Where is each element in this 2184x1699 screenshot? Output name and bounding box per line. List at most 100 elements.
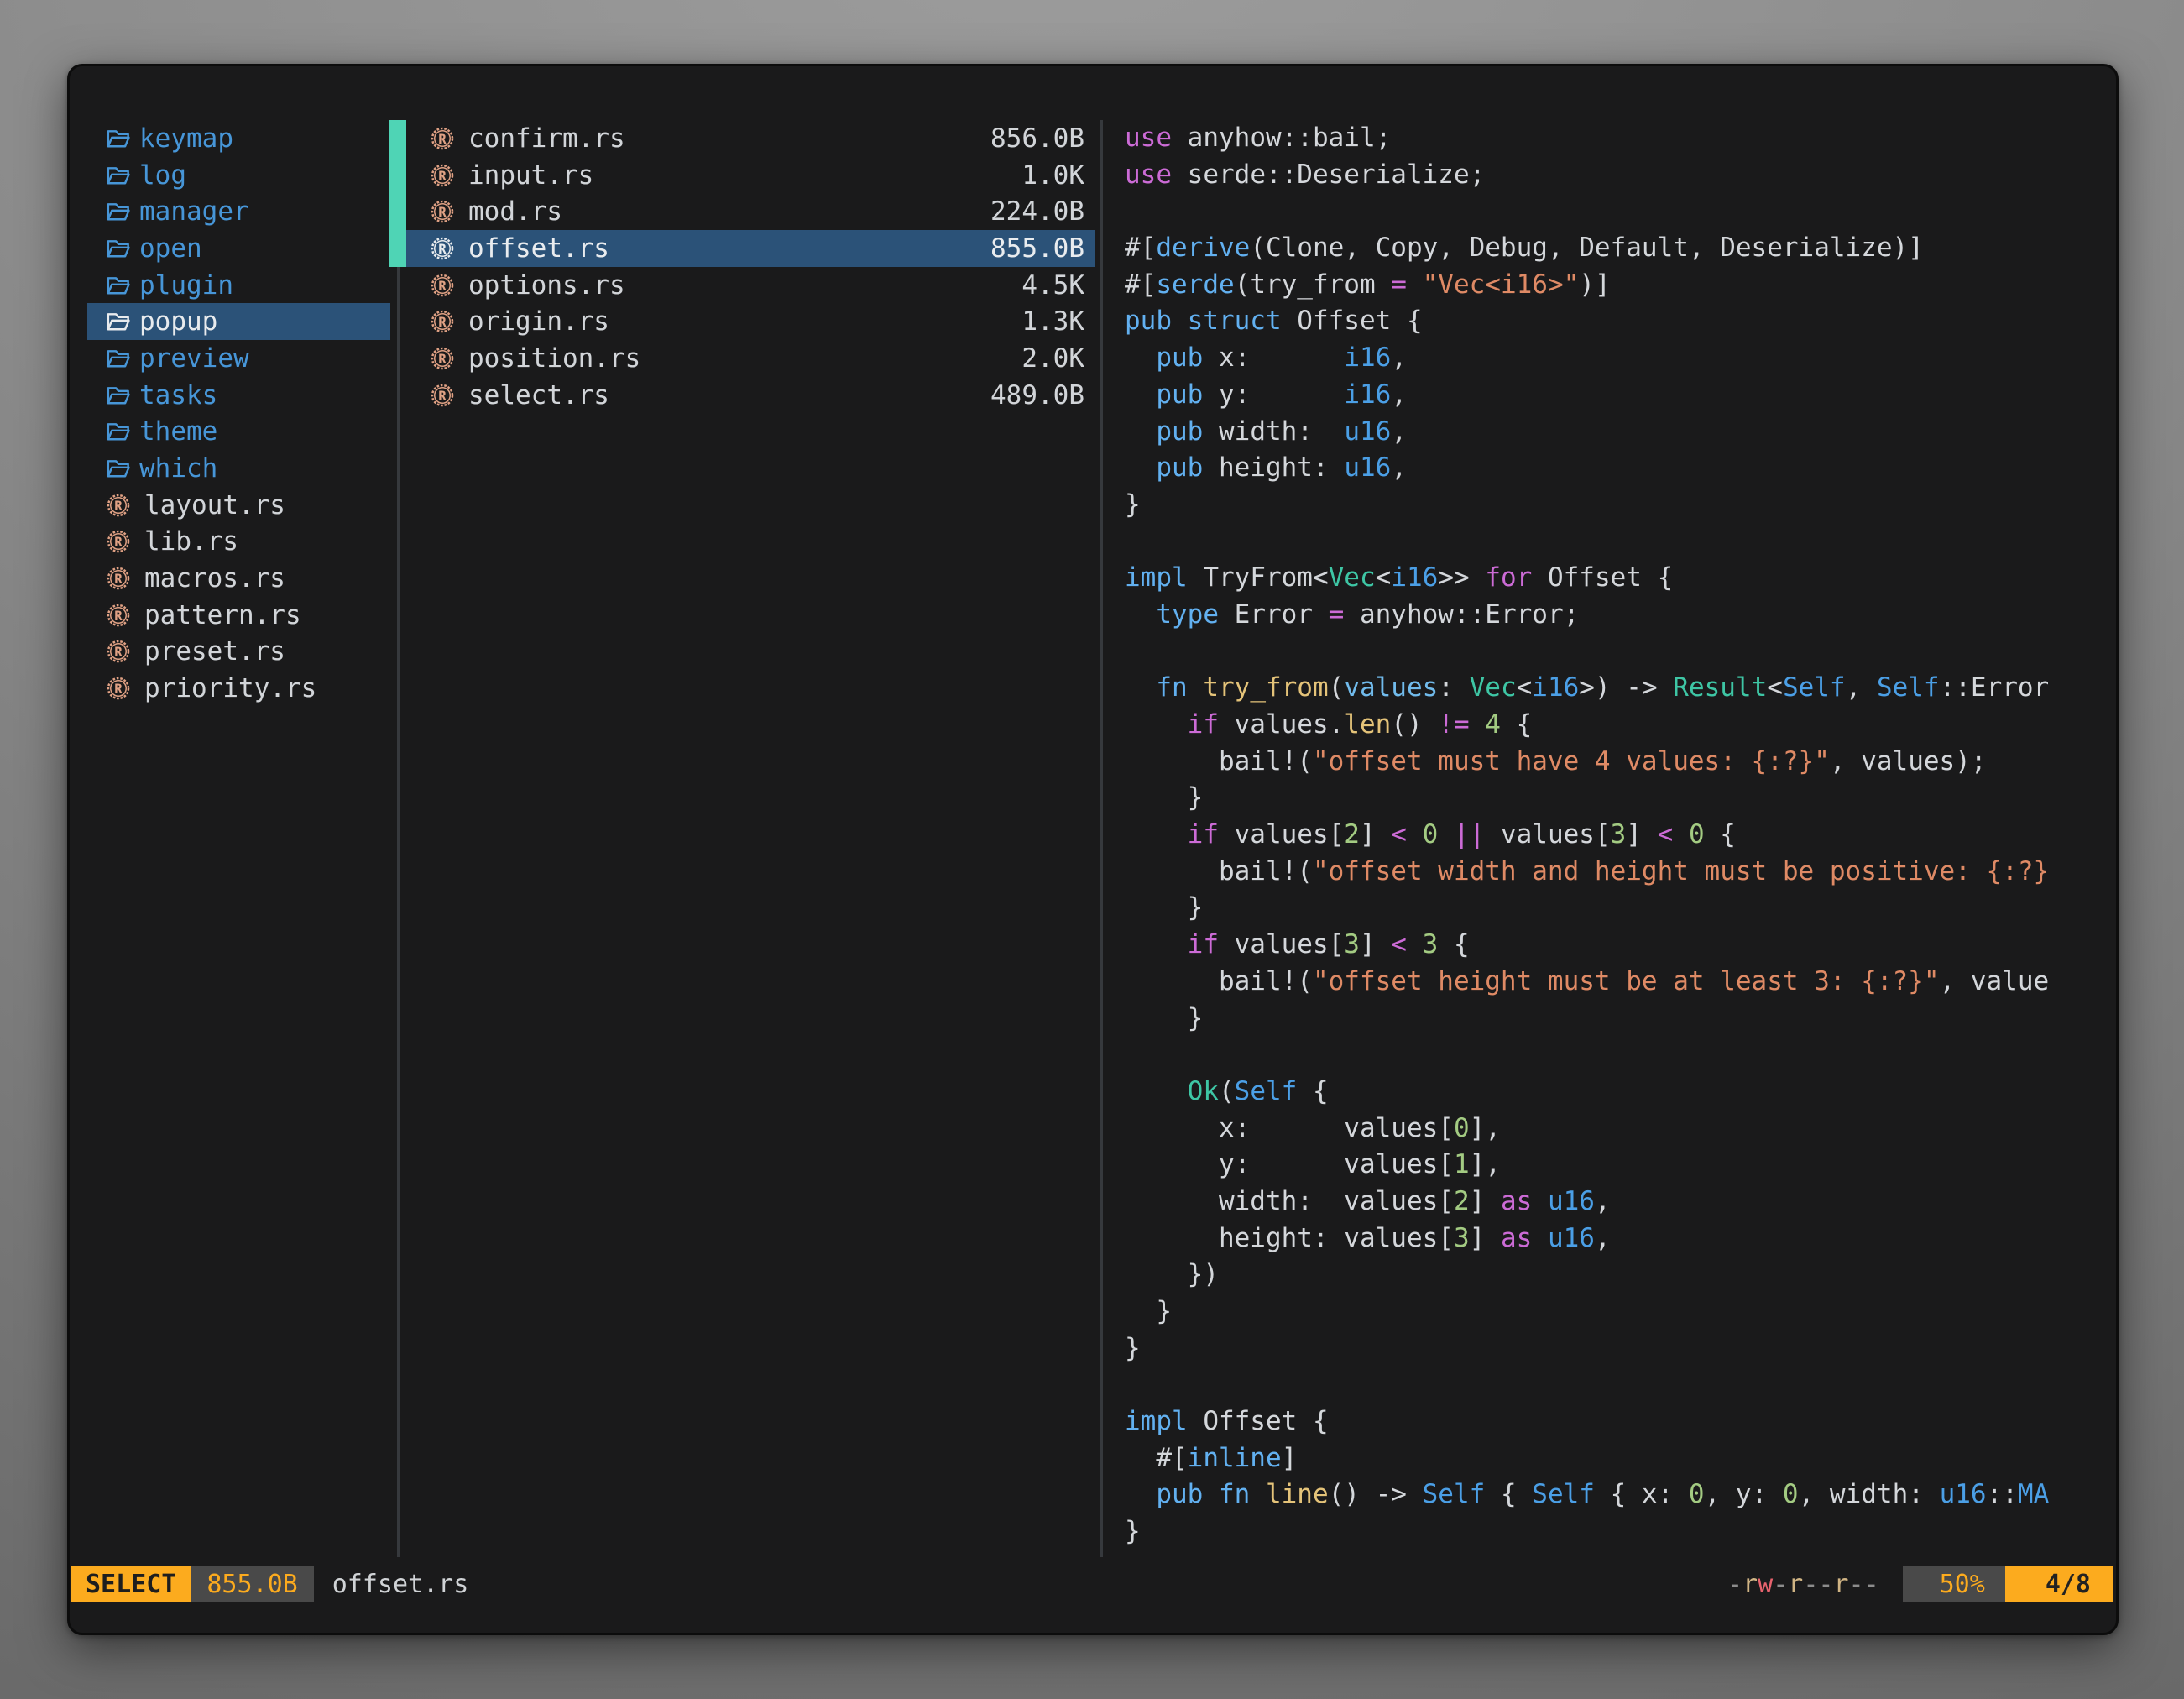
parent-item-open[interactable]: open [87, 230, 390, 267]
file-name: options.rs [468, 270, 625, 301]
current-directory-pane[interactable]: R confirm.rs856.0B R input.rs 1.0K R mod.… [406, 120, 1095, 414]
code-line: bail!("offset height must be at least 3:… [1125, 964, 2108, 1001]
code-line: impl Offset { [1125, 1404, 2108, 1440]
item-label: lib.rs [144, 526, 238, 557]
parent-item-theme[interactable]: theme [87, 414, 390, 451]
code-line [1125, 1367, 2108, 1404]
item-label: tasks [139, 380, 217, 410]
item-label: preview [139, 343, 249, 374]
file-row-confirm-rs[interactable]: R confirm.rs856.0B [406, 120, 1095, 157]
rust-file-icon: R [429, 162, 456, 189]
open-folder-icon [105, 198, 132, 225]
open-folder-icon [105, 382, 132, 409]
file-row-input-rs[interactable]: R input.rs 1.0K [406, 157, 1095, 194]
parent-item-preview[interactable]: preview [87, 340, 390, 377]
svg-text:R: R [114, 682, 123, 697]
open-folder-icon [105, 345, 132, 372]
item-label: log [139, 160, 186, 191]
file-row-position-rs[interactable]: R position.rs 2.0K [406, 340, 1095, 377]
status-filename: offset.rs [332, 1570, 469, 1599]
svg-text:R: R [438, 242, 447, 257]
code-line: if values.len() != 4 { [1125, 707, 2108, 744]
code-line: type Error = anyhow::Error; [1125, 597, 2108, 634]
code-line: if values[2] < 0 || values[3] < 0 { [1125, 817, 2108, 854]
code-line: pub y: i16, [1125, 377, 2108, 414]
parent-item-manager[interactable]: manager [87, 193, 390, 230]
svg-text:R: R [114, 535, 123, 550]
parent-directory-pane[interactable]: keymap log manager open plugin popup pre… [87, 120, 390, 707]
file-name: offset.rs [468, 233, 609, 264]
file-name: input.rs [468, 160, 593, 191]
item-label: theme [139, 416, 217, 447]
file-row-origin-rs[interactable]: R origin.rs1.3K [406, 303, 1095, 340]
item-label: preset.rs [144, 636, 285, 667]
svg-text:R: R [438, 278, 447, 293]
file-size: 489.0B [990, 380, 1084, 410]
code-line: x: values[0], [1125, 1111, 2108, 1147]
rust-file-icon: R [105, 602, 132, 629]
code-line [1125, 634, 2108, 671]
file-size: 2.0K [1021, 343, 1084, 374]
rust-file-icon: R [429, 272, 456, 299]
open-folder-icon [105, 455, 132, 482]
file-row-mod-rs[interactable]: R mod.rs224.0B [406, 193, 1095, 230]
rust-file-icon: R [105, 528, 132, 555]
code-line: } [1125, 1001, 2108, 1038]
code-line: #[derive(Clone, Copy, Debug, Default, De… [1125, 230, 2108, 267]
svg-text:R: R [438, 315, 447, 330]
code-line: if values[3] < 3 { [1125, 927, 2108, 964]
file-size: 1.0K [1021, 160, 1084, 191]
parent-item-priority-rs[interactable]: R priority.rs [87, 670, 390, 707]
code-line [1125, 524, 2108, 561]
pane-separator-left [397, 120, 400, 1557]
parent-item-preset-rs[interactable]: R preset.rs [87, 634, 390, 671]
parent-item-lib-rs[interactable]: R lib.rs [87, 524, 390, 561]
code-line: fn try_from(values: Vec<i16>) -> Result<… [1125, 670, 2108, 707]
parent-item-macros-rs[interactable]: R macros.rs [87, 560, 390, 597]
file-row-select-rs[interactable]: R select.rs489.0B [406, 377, 1095, 414]
file-row-offset-rs[interactable]: R offset.rs855.0B [406, 230, 1095, 267]
terminal-window: keymap log manager open plugin popup pre… [67, 64, 2119, 1635]
item-label: macros.rs [144, 563, 285, 593]
code-line: pub x: i16, [1125, 340, 2108, 377]
code-line: bail!("offset width and height must be p… [1125, 854, 2108, 891]
cursor-position-chip: 4/8 [2005, 1566, 2113, 1602]
item-label: keymap [139, 123, 233, 154]
file-name: select.rs [468, 380, 609, 410]
rust-file-icon: R [105, 638, 132, 665]
svg-text:R: R [438, 205, 447, 220]
visual-selection-marker [389, 120, 406, 267]
parent-item-layout-rs[interactable]: R layout.rs [87, 487, 390, 524]
file-row-options-rs[interactable]: R options.rs4.5K [406, 267, 1095, 304]
file-name: position.rs [468, 343, 640, 374]
parent-item-popup[interactable]: popup [87, 303, 390, 340]
code-line: y: values[1], [1125, 1147, 2108, 1184]
item-label: popup [139, 306, 217, 337]
parent-item-keymap[interactable]: keymap [87, 120, 390, 157]
preview-pane[interactable]: use anyhow::bail;use serde::Deserialize;… [1125, 120, 2108, 1550]
code-line [1125, 193, 2108, 230]
pane-separator-right [1100, 120, 1103, 1557]
code-line: } [1125, 1513, 2108, 1550]
rust-file-icon: R [429, 125, 456, 152]
svg-text:R: R [438, 168, 447, 183]
svg-text:R: R [438, 352, 447, 367]
open-folder-icon [105, 272, 132, 299]
file-name: mod.rs [468, 196, 562, 227]
parent-item-which[interactable]: which [87, 450, 390, 487]
parent-item-log[interactable]: log [87, 157, 390, 194]
item-label: manager [139, 196, 249, 227]
code-line: pub width: u16, [1125, 414, 2108, 451]
parent-item-tasks[interactable]: tasks [87, 377, 390, 414]
file-permissions: -rw-r--r-- [1727, 1570, 1879, 1599]
parent-item-pattern-rs[interactable]: R pattern.rs [87, 597, 390, 634]
svg-text:R: R [114, 609, 123, 624]
open-folder-icon [105, 125, 132, 152]
code-line: pub struct Offset { [1125, 303, 2108, 340]
code-line: #[serde(try_from = "Vec<i16>")] [1125, 267, 2108, 304]
rust-file-icon: R [105, 565, 132, 592]
code-line: use serde::Deserialize; [1125, 157, 2108, 194]
open-folder-icon [105, 308, 132, 335]
parent-item-plugin[interactable]: plugin [87, 267, 390, 304]
item-label: plugin [139, 270, 233, 301]
